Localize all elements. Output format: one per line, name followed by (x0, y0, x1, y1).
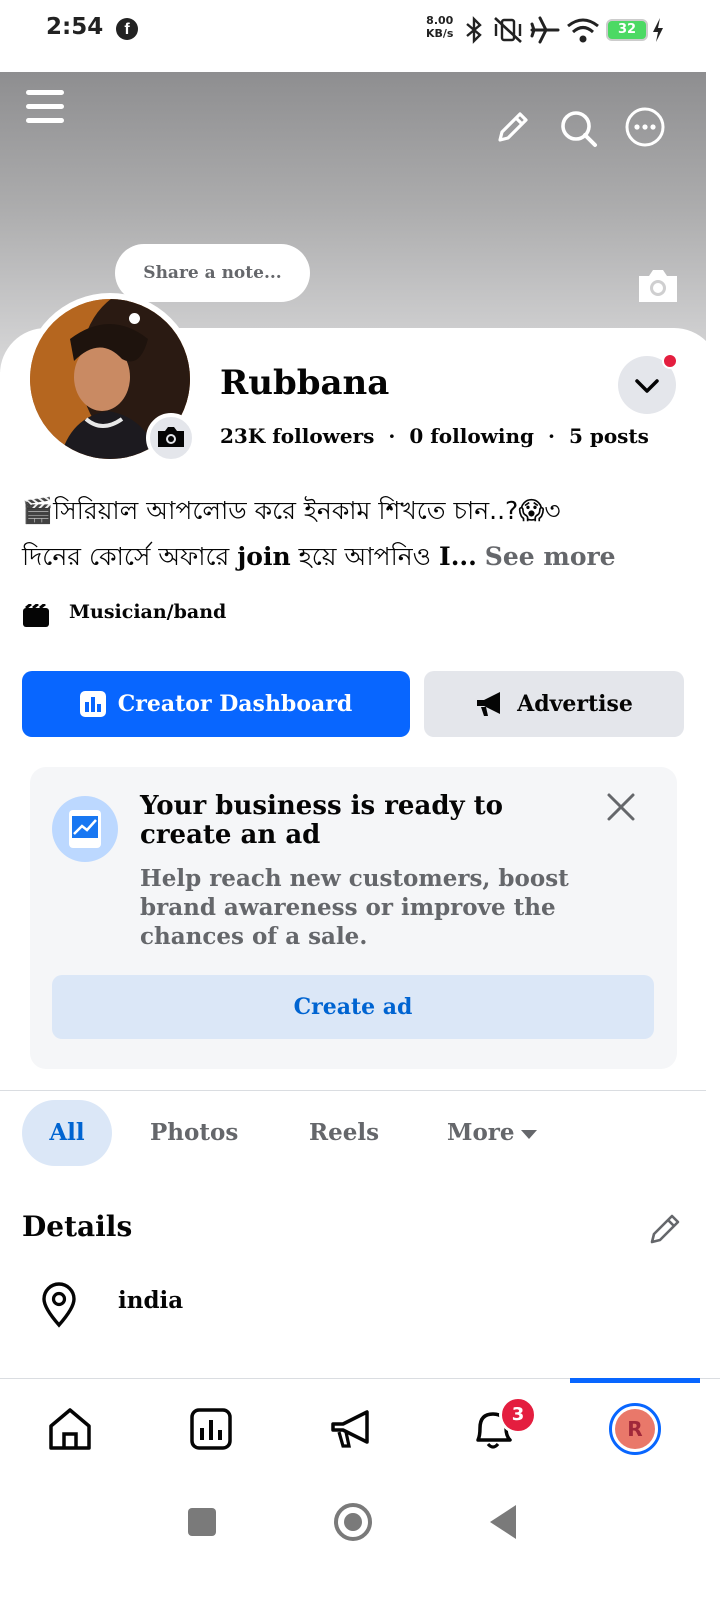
creator-dashboard-button[interactable]: Creator Dashboard (22, 671, 410, 737)
stats-separator: · (388, 424, 396, 448)
following-count[interactable]: 0 (409, 424, 423, 448)
avatar-initial: R (615, 1409, 655, 1449)
caret-down-icon (520, 1129, 537, 1139)
share-note-bubble[interactable]: Share a note... (115, 244, 310, 302)
create-ad-button[interactable]: Create ad (52, 975, 654, 1039)
location-value: india (118, 1287, 184, 1314)
battery-indicator: 32 (606, 19, 648, 41)
camera-icon (158, 427, 184, 447)
bio-line-2: দিনের কোর্সে অফারে join হয়ে আপনিও I... … (22, 542, 616, 571)
followers-count[interactable]: 23K (220, 424, 265, 448)
note-bubble-tail (129, 313, 140, 324)
home-icon[interactable] (43, 1402, 97, 1456)
ad-card-title: Your business is ready to create an ad (140, 791, 504, 850)
tab-more[interactable]: More (447, 1100, 537, 1166)
posts-label: posts (589, 424, 649, 448)
megaphone-icon (477, 692, 501, 716)
tab-photos[interactable]: Photos (150, 1100, 238, 1166)
notification-dot (662, 353, 678, 369)
details-heading: Details (22, 1210, 133, 1243)
section-divider (0, 1090, 706, 1091)
posts-count: 5 (568, 424, 583, 448)
back-button[interactable] (490, 1505, 516, 1539)
dashboard-nav-icon[interactable] (184, 1402, 238, 1456)
change-profile-picture-button[interactable] (146, 413, 196, 463)
search-icon[interactable] (558, 108, 598, 148)
bluetooth-icon (466, 16, 482, 44)
vibrate-mute-icon (494, 17, 522, 43)
charging-icon (653, 18, 663, 42)
profile-name: Rubbana (220, 363, 390, 403)
more-options-icon[interactable] (624, 106, 666, 148)
followers-label[interactable]: followers (272, 424, 374, 448)
tab-all[interactable]: All (22, 1100, 112, 1166)
tab-more-label: More (447, 1119, 515, 1146)
bio-line-1: 🎬সিরিয়াল আপলোড করে ইনকাম শিখতে চান..?😱৩ (22, 496, 561, 525)
page-category: Musician/band (69, 601, 227, 623)
system-navigation-bar (0, 1482, 720, 1600)
see-more-link[interactable]: See more (485, 542, 616, 571)
following-label[interactable]: following (430, 424, 534, 448)
cover-camera-icon[interactable] (635, 266, 681, 304)
edit-details-icon[interactable] (648, 1212, 682, 1246)
tab-reels[interactable]: Reels (309, 1100, 379, 1166)
close-icon[interactable] (604, 790, 638, 824)
creator-dashboard-label: Creator Dashboard (117, 691, 353, 717)
clapperboard-icon (23, 604, 49, 627)
advertise-label: Advertise (517, 691, 633, 717)
location-pin-icon (42, 1282, 76, 1328)
active-tab-indicator (570, 1378, 700, 1383)
ad-promo-icon (52, 796, 118, 862)
airplane-mode-icon (530, 16, 560, 44)
recent-apps-button[interactable] (188, 1508, 216, 1536)
advertise-button[interactable]: Advertise (424, 671, 684, 737)
dashboard-icon (79, 691, 106, 717)
status-time: 2:54 (46, 14, 104, 40)
ad-card-description: Help reach new customers, boost brand aw… (140, 865, 569, 950)
notification-count-badge: 3 (499, 1396, 537, 1434)
stats-separator: · (548, 424, 555, 448)
profile-bio: 🎬সিরিয়াল আপলোড করে ইনকাম শিখতে চান..?😱৩… (22, 488, 692, 580)
edit-pencil-icon[interactable] (492, 108, 532, 148)
trend-chart-icon (69, 810, 101, 848)
ads-megaphone-icon[interactable] (325, 1402, 379, 1456)
wifi-icon (567, 18, 599, 43)
facebook-notification-icon: f (116, 18, 138, 40)
menu-icon[interactable] (26, 90, 64, 128)
network-speed: 8.00 KB/s (426, 14, 454, 40)
profile-stats: 23K followers · 0 following · 5 posts (220, 424, 649, 448)
status-bar: 2:54 f 8.00 KB/s 32 (0, 0, 720, 72)
home-button[interactable] (334, 1503, 372, 1541)
profile-nav-avatar[interactable]: R (609, 1403, 661, 1455)
